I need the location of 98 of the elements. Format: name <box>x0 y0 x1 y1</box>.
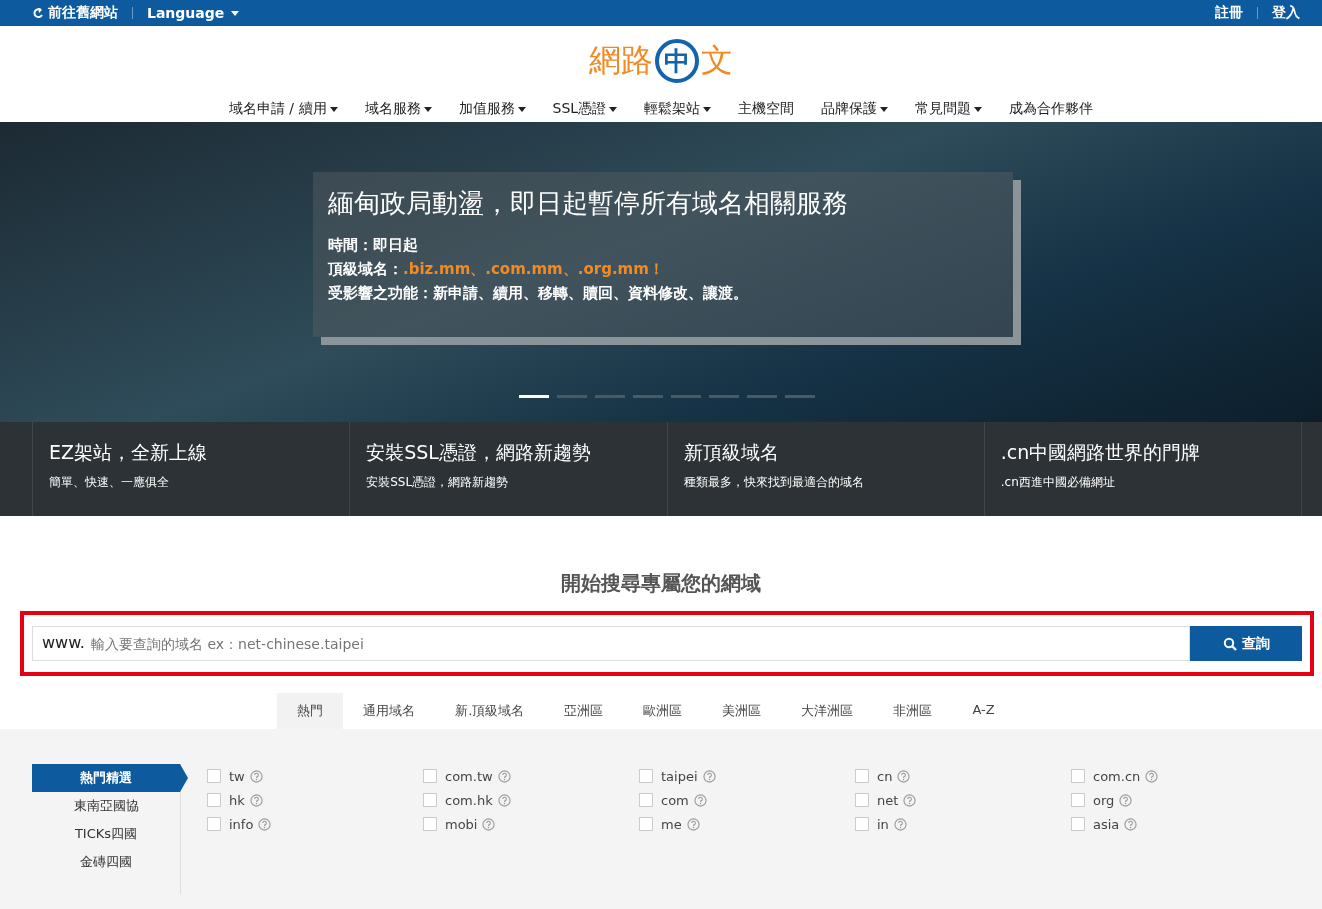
help-icon[interactable] <box>258 817 272 831</box>
tab[interactable]: 熱門 <box>277 693 344 729</box>
checkbox[interactable] <box>423 817 437 831</box>
checkbox[interactable] <box>855 793 869 807</box>
help-icon[interactable] <box>897 769 911 783</box>
feature-subtitle: .cn西進中國必備網址 <box>1000 474 1116 491</box>
checkbox[interactable] <box>207 793 221 807</box>
top-link[interactable]: Language <box>147 5 240 21</box>
notice-line: 時間：即日起 <box>328 235 419 256</box>
feature-subtitle: 安裝SSL憑證，網路新趨勢 <box>366 474 510 491</box>
slide-indicator[interactable] <box>633 395 663 398</box>
tab[interactable]: 歐洲區 <box>623 693 703 729</box>
domain-label: com.cn <box>1093 768 1141 784</box>
tab[interactable]: 亞洲區 <box>544 693 624 729</box>
slide-indicator[interactable] <box>785 395 815 398</box>
slide-indicator[interactable] <box>557 395 587 398</box>
top-link[interactable]: 註冊 <box>1215 4 1243 22</box>
nav-item[interactable]: 主機空間 <box>738 100 795 118</box>
sidebar-item[interactable]: TICKs四國 <box>32 820 180 848</box>
checkbox[interactable] <box>855 769 869 783</box>
checkbox[interactable] <box>639 769 653 783</box>
domain-label: info <box>229 816 254 832</box>
tab[interactable]: 新.頂級域名 <box>435 693 545 729</box>
sidebar-item[interactable]: 東南亞國協 <box>32 792 180 820</box>
checkbox[interactable] <box>639 793 653 807</box>
top-link[interactable]: 前往舊網站 <box>32 4 118 22</box>
sidebar-item[interactable]: 金磚四國 <box>32 848 180 876</box>
slide-indicator[interactable] <box>671 395 701 398</box>
nav-item[interactable]: SSL憑證 <box>552 100 618 118</box>
checkbox[interactable] <box>855 817 869 831</box>
slide-indicator[interactable] <box>519 395 549 398</box>
checkbox[interactable] <box>423 793 437 807</box>
domain-label: com.tw <box>445 768 493 784</box>
tab[interactable]: 通用域名 <box>343 693 436 729</box>
domain-label: asia <box>1093 816 1120 832</box>
notice-line: 受影響之功能：新申請、續用、移轉、贖回、資料修改、讓渡。 <box>328 283 749 304</box>
nav-item[interactable]: 域名服務 <box>364 100 432 118</box>
help-icon[interactable] <box>693 793 707 807</box>
feature-title[interactable]: EZ架站，全新上線 <box>49 440 334 466</box>
back-arrow-icon <box>32 7 44 19</box>
help-icon[interactable] <box>249 769 263 783</box>
notice-line: 頂級域名：.biz.mm、.com.mm、.org.mm！ <box>328 259 665 280</box>
checkbox[interactable] <box>207 817 221 831</box>
domain-label: taipei <box>661 768 698 784</box>
domain-label: in <box>877 816 889 832</box>
nav-item[interactable]: 常見問題 <box>915 100 983 118</box>
tab[interactable]: 非洲區 <box>873 693 953 729</box>
domain-label: net <box>877 792 899 808</box>
domain-label: me <box>661 816 682 832</box>
help-icon[interactable] <box>497 793 511 807</box>
feature-title[interactable]: 新頂級域名 <box>683 440 968 466</box>
domain-label: cn <box>877 768 893 784</box>
notice-title: 緬甸政局動盪，即日起暫停所有域名相關服務 <box>328 187 849 220</box>
domain-label: com <box>661 792 689 808</box>
checkbox[interactable] <box>207 769 221 783</box>
nav-item[interactable]: 域名申請 / 續用 <box>228 100 338 118</box>
logo-circle[interactable]: 中 <box>655 39 699 83</box>
tab[interactable]: A-Z <box>952 693 1015 729</box>
checkbox[interactable] <box>1071 793 1085 807</box>
help-icon[interactable] <box>1119 793 1133 807</box>
help-icon[interactable] <box>482 817 496 831</box>
tab[interactable]: 大洋洲區 <box>781 693 874 729</box>
search-heading: 開始搜尋專屬您的網域 <box>560 570 762 597</box>
feature-title[interactable]: 安裝SSL憑證，網路新趨勢 <box>366 440 651 466</box>
feature-subtitle: 種類最多，快來找到最適合的域名 <box>683 474 865 491</box>
domain-label: mobi <box>445 816 478 832</box>
search-icon <box>1222 636 1237 651</box>
help-icon[interactable] <box>1124 817 1138 831</box>
help-icon[interactable] <box>903 793 917 807</box>
help-icon[interactable] <box>702 769 716 783</box>
help-icon[interactable] <box>893 817 907 831</box>
slide-indicator[interactable] <box>747 395 777 398</box>
nav-item[interactable]: 品牌保護 <box>821 100 889 118</box>
domain-label: tw <box>229 768 245 784</box>
help-icon[interactable] <box>686 817 700 831</box>
search-button[interactable]: 查詢 <box>1190 626 1302 661</box>
feature-title[interactable]: .cn中國網路世界的門牌 <box>1000 440 1285 466</box>
top-link[interactable]: 登入 <box>1272 4 1300 22</box>
nav-item[interactable]: 成為合作夥伴 <box>1009 100 1094 118</box>
checkbox[interactable] <box>1071 769 1085 783</box>
help-icon[interactable] <box>497 769 511 783</box>
help-icon[interactable] <box>1145 769 1159 783</box>
nav-item[interactable]: 輕鬆架站 <box>644 100 712 118</box>
slide-indicator[interactable] <box>709 395 739 398</box>
domain-label: org <box>1093 792 1115 808</box>
feature-subtitle: 簡單、快速、一應俱全 <box>49 474 170 491</box>
domain-label: hk <box>229 792 245 808</box>
caret-icon <box>231 10 240 16</box>
checkbox[interactable] <box>639 817 653 831</box>
sidebar-item[interactable]: 熱門精選 <box>32 764 188 792</box>
checkbox[interactable] <box>423 769 437 783</box>
url-prefix: www. <box>42 634 85 652</box>
nav-item[interactable]: 加值服務 <box>458 100 526 118</box>
checkbox[interactable] <box>1071 817 1085 831</box>
tab[interactable]: 美洲區 <box>702 693 782 729</box>
help-icon[interactable] <box>249 793 263 807</box>
domain-label: com.hk <box>445 792 493 808</box>
slide-indicator[interactable] <box>595 395 625 398</box>
